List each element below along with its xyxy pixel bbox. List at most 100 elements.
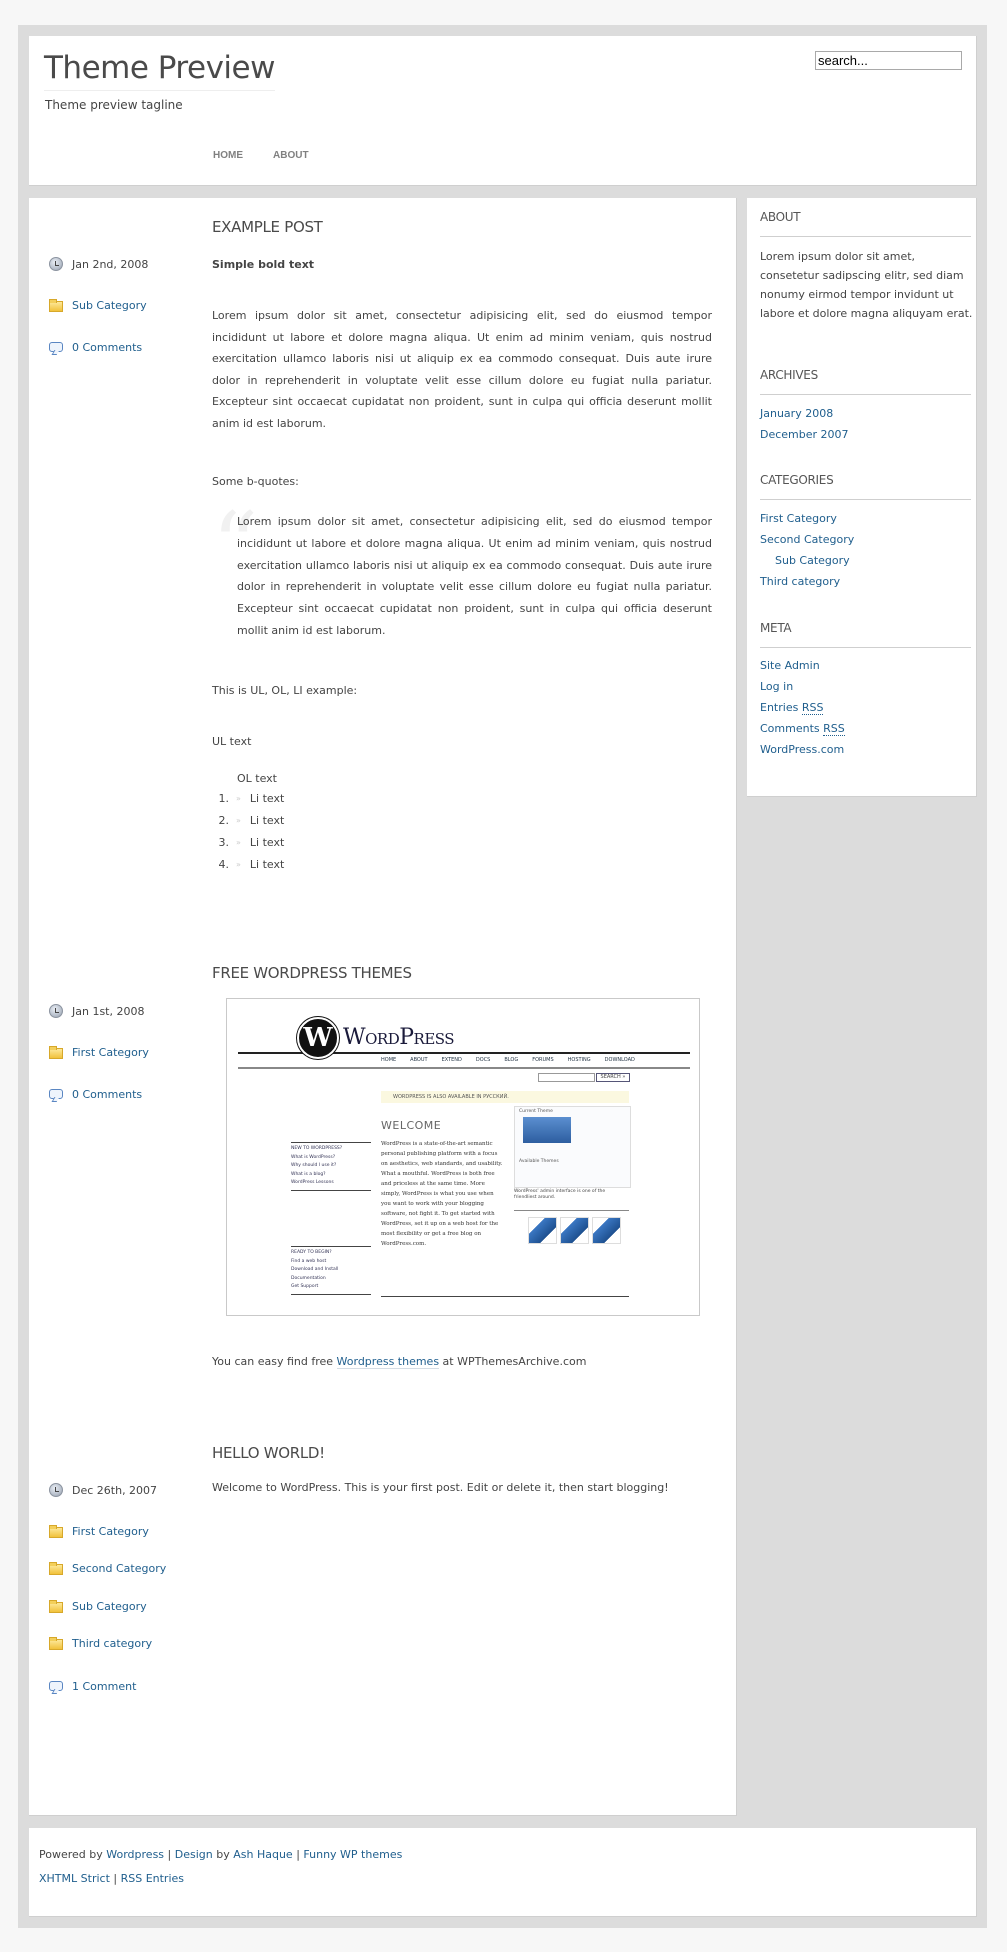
arrow-bullet-icon: » (236, 838, 241, 847)
link-text: Entries (760, 701, 802, 714)
comment-icon (49, 1680, 63, 1691)
category-link[interactable]: Third category (760, 575, 840, 588)
archive-link[interactable]: January 2008 (760, 407, 833, 420)
meta-item: Comments RSS (760, 718, 845, 739)
clock-icon (49, 1483, 63, 1497)
comments-link[interactable]: 0 Comments (72, 341, 142, 354)
text: You can easy find free (212, 1355, 337, 1368)
post-title[interactable]: HELLO WORLD! (212, 1444, 325, 1462)
post-date-text: Jan 1st, 2008 (72, 1004, 145, 1018)
footer-credits: Powered by Wordpress | Design by Ash Haq… (39, 1848, 402, 1861)
category-link[interactable]: First Category (760, 512, 837, 525)
post-date-text: Dec 26th, 2007 (72, 1483, 158, 1497)
category-link[interactable]: Sub Category (775, 554, 850, 567)
post-date: Jan 1st, 2008 (49, 1004, 144, 1018)
screenshot-heading: READY TO BEGIN? (291, 1250, 332, 1255)
separator: | (292, 1848, 304, 1861)
list-number: 4. (218, 858, 230, 871)
category-link[interactable]: Second Category (760, 533, 854, 546)
xhtml-strict-link[interactable]: XHTML Strict (39, 1872, 110, 1885)
wordpress-logo-icon: W (297, 1017, 339, 1059)
archive-item: December 2007 (760, 424, 849, 445)
site-title[interactable]: Theme Preview (44, 50, 275, 91)
main-nav: HOME ABOUT (213, 150, 309, 161)
category-link[interactable]: Sub Category (72, 299, 147, 312)
divider (381, 1296, 629, 1297)
footer-text: by (212, 1848, 234, 1861)
comments-rss-link[interactable]: Comments RSS (760, 722, 845, 736)
category-link[interactable]: First Category (72, 1525, 149, 1538)
login-link[interactable]: Log in (760, 680, 793, 693)
blockquote: “ Lorem ipsum dolor sit amet, consectetu… (212, 501, 712, 642)
search-input[interactable] (815, 51, 962, 70)
post-title-link[interactable]: FREE WORDPRESS THEMES (212, 964, 412, 982)
list-intro-text: This is UL, OL, LI example: (212, 684, 358, 697)
screenshot-search-box (538, 1073, 595, 1082)
post-title[interactable]: FREE WORDPRESS THEMES (212, 964, 412, 982)
folder-icon (49, 299, 63, 312)
category-link[interactable]: Second Category (72, 1562, 166, 1575)
design-link[interactable]: Design (175, 1848, 213, 1861)
wordpress-screenshot-image: W WordPress HOME ABOUT EXTEND DOCS BLOG … (226, 998, 700, 1316)
category-link[interactable]: Sub Category (72, 1600, 147, 1613)
paragraph: Lorem ipsum dolor sit amet, consectetur … (212, 309, 712, 430)
clock-icon (49, 257, 63, 271)
site-header: Theme Preview Theme preview tagline HOME… (29, 36, 977, 186)
screenshot-nav-item: EXTEND (441, 1057, 462, 1063)
list-intro: This is UL, OL, LI example: (212, 680, 712, 702)
arrow-bullet-icon: » (236, 794, 241, 803)
bquote-intro-text: Some b-quotes: (212, 475, 299, 488)
category-link[interactable]: Third category (72, 1637, 152, 1650)
divider (760, 236, 971, 237)
nav-about[interactable]: ABOUT (273, 150, 309, 161)
text: at WPThemesArchive.com (439, 1355, 587, 1368)
widget-title-archives: ARCHIVES (760, 368, 818, 382)
widget-title-meta: META (760, 621, 792, 635)
comments-link[interactable]: 1 Comment (72, 1680, 136, 1693)
list-item-text: Li text (249, 858, 285, 871)
folder-icon (49, 1562, 63, 1575)
list-item: 4. » Li text (212, 854, 285, 876)
rss-entries-link[interactable]: RSS Entries (121, 1872, 184, 1885)
category-link[interactable]: First Category (72, 1046, 149, 1059)
site-admin-link[interactable]: Site Admin (760, 659, 820, 672)
screenshot-notice: WORDPRESS IS ALSO AVAILABLE IN РУССКИЙ. (381, 1091, 629, 1103)
screenshot-heading: NEW TO WORDPRESS? (291, 1146, 343, 1151)
author-link[interactable]: Ash Haque (233, 1848, 292, 1861)
post-title-link[interactable]: HELLO WORLD! (212, 1444, 325, 1462)
meta-item: Log in (760, 676, 845, 697)
ol-text: OL text (237, 768, 737, 790)
post-category: First Category (49, 1046, 149, 1059)
screenshot-welcome: WELCOME (381, 1119, 442, 1132)
folder-icon (49, 1046, 63, 1059)
main-content: EXAMPLE POST Jan 2nd, 2008 Sub Category … (29, 198, 737, 1816)
divider (238, 1067, 690, 1069)
funny-wp-themes-link[interactable]: Funny WP themes (303, 1848, 402, 1861)
site-tagline: Theme preview tagline (45, 98, 183, 112)
post-date: Dec 26th, 2007 (49, 1483, 157, 1497)
thumbnail (528, 1217, 557, 1244)
divider (760, 499, 971, 500)
wordpress-themes-link[interactable]: Wordpress themes (336, 1355, 440, 1369)
wordpress-link[interactable]: Wordpress (106, 1848, 164, 1861)
bold-text: Simple bold text (212, 258, 315, 271)
screenshot-nav-item: HOSTING (567, 1057, 591, 1063)
screenshot-nav-item: FORUMS (532, 1057, 554, 1063)
list-number: 1. (218, 792, 230, 805)
archive-link[interactable]: December 2007 (760, 428, 849, 441)
widget-title-about: ABOUT (760, 210, 801, 224)
post-title[interactable]: EXAMPLE POST (212, 218, 323, 236)
separator: | (109, 1872, 121, 1885)
comments-link[interactable]: 0 Comments (72, 1088, 142, 1101)
entries-rss-link[interactable]: Entries RSS (760, 701, 824, 715)
categories-list: First Category Second Category Sub Categ… (760, 508, 854, 592)
post-title-link[interactable]: EXAMPLE POST (212, 218, 323, 236)
post-category: Third category (49, 1637, 152, 1650)
screenshot-nav-item: BLOG (504, 1057, 519, 1063)
screenshot-link: Get Support (291, 1284, 319, 1289)
wordpress-com-link[interactable]: WordPress.com (760, 743, 844, 756)
post-category: First Category (49, 1525, 149, 1538)
screenshot-caption: WordPress' admin interface is one of the… (514, 1189, 606, 1200)
nav-home[interactable]: HOME (213, 150, 243, 161)
site-footer: Powered by Wordpress | Design by Ash Haq… (29, 1828, 977, 1917)
